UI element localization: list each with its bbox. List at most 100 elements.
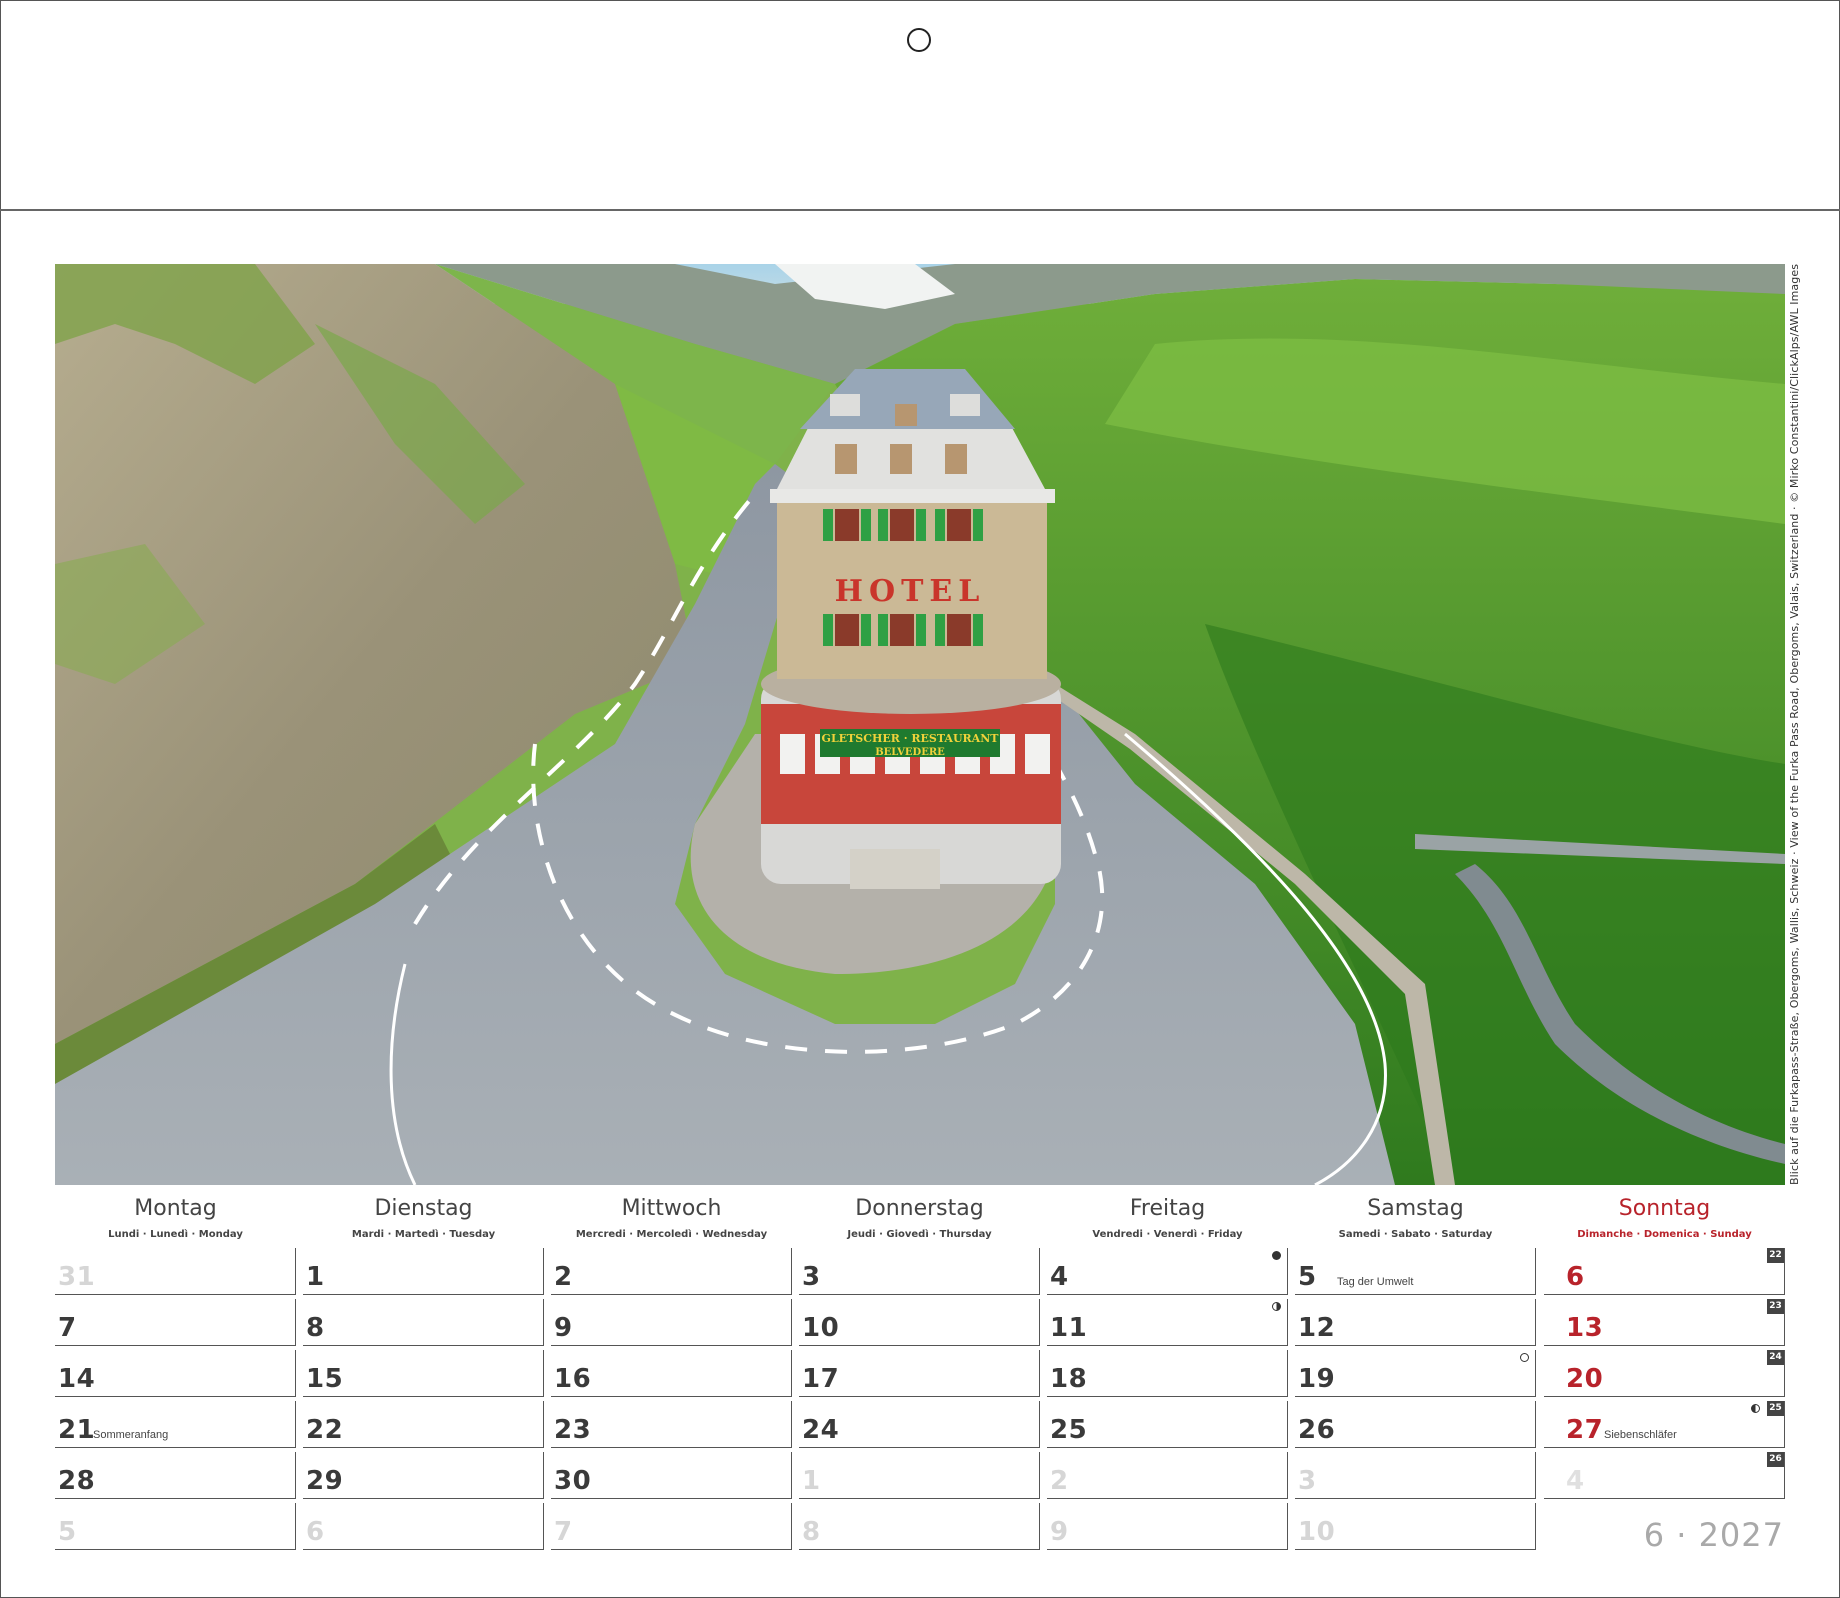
weekday-name: Mittwoch <box>621 1196 722 1221</box>
day-cell[interactable]: 5 <box>55 1503 296 1550</box>
photo-credit: Blick auf die Furkapass-Straße, Obergoms… <box>1788 263 1801 1185</box>
day-cell[interactable]: 25 <box>1047 1401 1288 1448</box>
day-cell[interactable]: 1 <box>303 1248 544 1295</box>
week-number-badge: 26 <box>1767 1452 1784 1467</box>
day-number: 17 <box>802 1364 840 1394</box>
day-cell[interactable]: 3 <box>1295 1452 1536 1499</box>
day-cell[interactable]: 28 <box>55 1452 296 1499</box>
day-number: 21 <box>58 1415 96 1445</box>
day-cell[interactable]: 29 <box>303 1452 544 1499</box>
day-number: 9 <box>1050 1517 1069 1547</box>
new-moon-icon <box>1272 1251 1281 1260</box>
day-cell[interactable]: 7 <box>55 1299 296 1346</box>
day-cell[interactable]: 2 <box>1047 1452 1288 1499</box>
day-number: 26 <box>1298 1415 1336 1445</box>
week-number-badge: 23 <box>1767 1299 1784 1314</box>
weekday-monday: Montag Lundi · Lunedì · Monday <box>55 1196 296 1240</box>
weekday-name: Dienstag <box>374 1196 473 1221</box>
weekday-translations: Jeudi · Giovedì · Thursday <box>847 1229 992 1240</box>
day-cell[interactable]: 21 Sommeranfang <box>55 1401 296 1448</box>
weekday-translations: Mardi · Martedì · Tuesday <box>351 1229 496 1240</box>
calendar-photo: GLETSCHER · RESTAURANT BELVEDERE HOTEL <box>55 264 1785 1185</box>
day-cell[interactable]: 9 <box>551 1299 792 1346</box>
week-number-badge: 25 <box>1767 1401 1784 1416</box>
day-number: 13 <box>1566 1313 1604 1343</box>
day-cell[interactable]: 13 23 <box>1544 1299 1785 1346</box>
day-cell[interactable]: 8 <box>799 1503 1040 1550</box>
day-number: 28 <box>58 1466 96 1496</box>
day-number: 4 <box>1050 1262 1069 1292</box>
day-cell[interactable]: 4 <box>1047 1248 1288 1295</box>
day-number: 18 <box>1050 1364 1088 1394</box>
day-cell[interactable]: 1 <box>799 1452 1040 1499</box>
day-number: 7 <box>554 1517 573 1547</box>
day-cell[interactable]: 15 <box>303 1350 544 1397</box>
restaurant-sign-line2: BELVEDERE <box>875 747 945 758</box>
weekday-wednesday: Mittwoch Mercredi · Mercoledì · Wednesda… <box>551 1196 792 1240</box>
day-cell[interactable]: 17 <box>799 1350 1040 1397</box>
weekday-thursday: Donnerstag Jeudi · Giovedì · Thursday <box>799 1196 1040 1240</box>
day-number: 6 <box>1566 1262 1585 1292</box>
last-quarter-moon-icon <box>1751 1404 1760 1413</box>
weekday-translations: Mercredi · Mercoledì · Wednesday <box>575 1229 768 1240</box>
weekday-sunday: Sonntag Dimanche · Domenica · Sunday <box>1544 1196 1785 1240</box>
day-cell[interactable]: 31 <box>55 1248 296 1295</box>
day-cell[interactable]: 14 <box>55 1350 296 1397</box>
day-cell[interactable]: 18 <box>1047 1350 1288 1397</box>
day-number: 1 <box>802 1466 821 1496</box>
first-quarter-moon-icon <box>1272 1302 1281 1311</box>
day-cell[interactable]: 8 <box>303 1299 544 1346</box>
day-cell[interactable]: 10 <box>1295 1503 1536 1550</box>
full-moon-icon <box>1520 1353 1529 1362</box>
day-number: 1 <box>306 1262 325 1292</box>
day-cell[interactable]: 6 22 <box>1544 1248 1785 1295</box>
day-number: 4 <box>1566 1466 1585 1496</box>
day-cell[interactable]: 12 <box>1295 1299 1536 1346</box>
day-number: 22 <box>306 1415 344 1445</box>
day-number: 8 <box>306 1313 325 1343</box>
day-number: 29 <box>306 1466 344 1496</box>
hotel-sign: HOTEL <box>835 574 986 609</box>
day-number: 30 <box>554 1466 592 1496</box>
day-number: 10 <box>1298 1517 1336 1547</box>
weekday-translations: Vendredi · Venerdì · Friday <box>1092 1229 1243 1240</box>
day-cell[interactable]: 22 <box>303 1401 544 1448</box>
day-number: 7 <box>58 1313 77 1343</box>
day-number: 3 <box>1298 1466 1317 1496</box>
day-cell[interactable]: 4 26 <box>1544 1452 1785 1499</box>
day-number: 6 <box>306 1517 325 1547</box>
day-cell[interactable]: 6 <box>303 1503 544 1550</box>
day-cell[interactable]: 26 <box>1295 1401 1536 1448</box>
day-cell[interactable]: 19 <box>1295 1350 1536 1397</box>
day-number: 14 <box>58 1364 96 1394</box>
weekday-translations: Dimanche · Domenica · Sunday <box>1577 1229 1752 1240</box>
day-cell[interactable]: 16 <box>551 1350 792 1397</box>
day-cell[interactable]: 20 24 <box>1544 1350 1785 1397</box>
day-cell[interactable]: 3 <box>799 1248 1040 1295</box>
day-number: 8 <box>802 1517 821 1547</box>
day-number: 23 <box>554 1415 592 1445</box>
day-number: 5 <box>1298 1262 1317 1292</box>
day-cell[interactable]: 30 <box>551 1452 792 1499</box>
day-cell[interactable]: 7 <box>551 1503 792 1550</box>
day-cell[interactable]: 11 <box>1047 1299 1288 1346</box>
weekday-name: Freitag <box>1129 1196 1206 1221</box>
day-cell[interactable]: 9 <box>1047 1503 1288 1550</box>
day-number: 3 <box>802 1262 821 1292</box>
day-number: 11 <box>1050 1313 1088 1343</box>
day-cell[interactable]: 10 <box>799 1299 1040 1346</box>
day-number: 16 <box>554 1364 592 1394</box>
day-cell[interactable]: 2 <box>551 1248 792 1295</box>
weekday-name: Montag <box>134 1196 217 1221</box>
day-cell[interactable]: 23 <box>551 1401 792 1448</box>
day-cell[interactable]: 27 Siebenschläfer 25 <box>1544 1401 1785 1448</box>
weekday-translations: Lundi · Lunedì · Monday <box>108 1229 243 1240</box>
day-number: 12 <box>1298 1313 1336 1343</box>
day-cell[interactable]: 24 <box>799 1401 1040 1448</box>
day-number: 19 <box>1298 1364 1336 1394</box>
day-cell[interactable]: 5 Tag der Umwelt <box>1295 1248 1536 1295</box>
day-number: 27 <box>1566 1415 1604 1445</box>
day-number: 15 <box>306 1364 344 1394</box>
holiday-note: Sommeranfang <box>93 1429 169 1441</box>
weekday-header: Montag Lundi · Lunedì · Monday Dienstag … <box>55 1196 1785 1248</box>
